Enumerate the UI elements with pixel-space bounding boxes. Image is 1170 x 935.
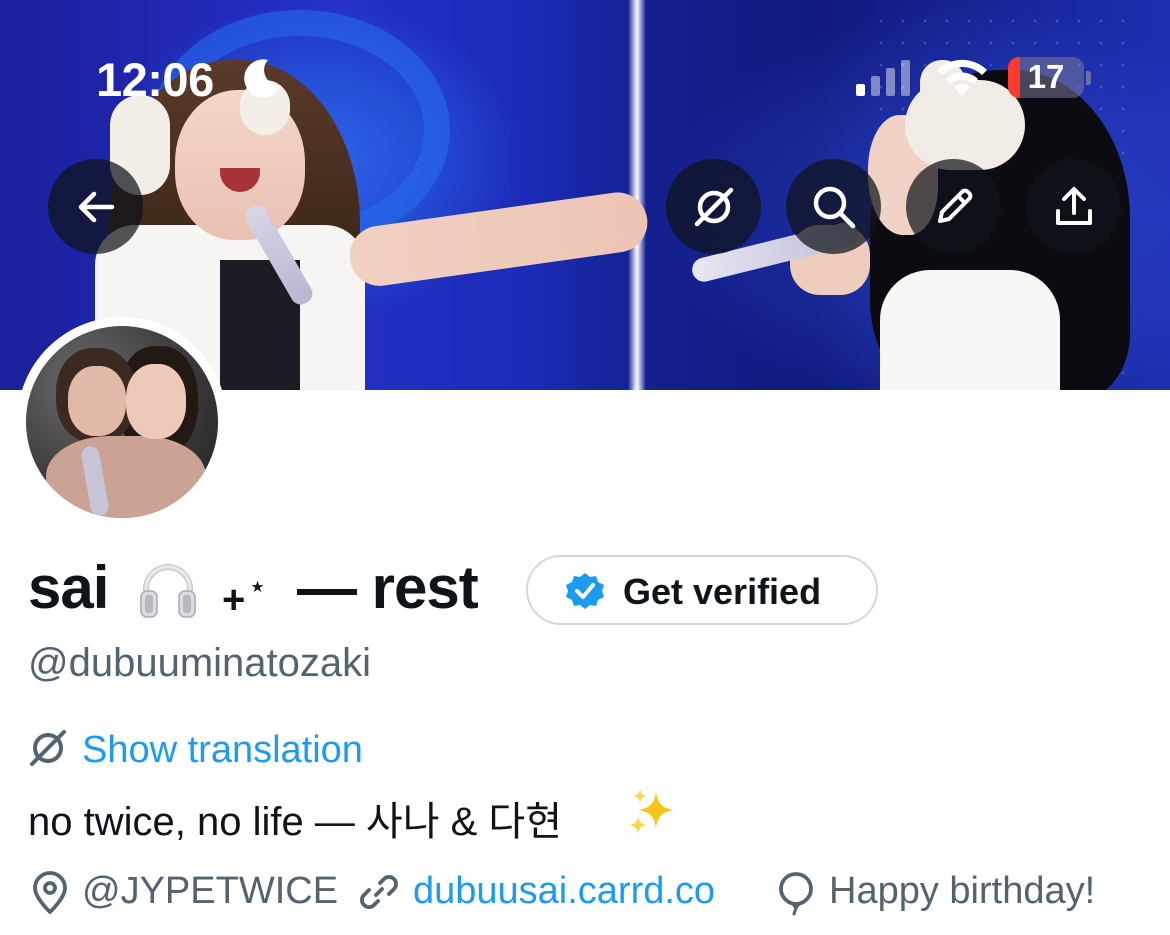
get-verified-label: Get verified [623, 571, 822, 612]
translate-icon [30, 730, 66, 766]
profile-location: @JYPETWICE [82, 870, 339, 912]
back-button[interactable] [48, 159, 143, 254]
avatar-bodies [46, 436, 206, 518]
decoration-star: ⋆ [249, 571, 266, 601]
avatar[interactable] [17, 317, 227, 527]
battery-percent: 17 [1027, 58, 1065, 95]
location-pin-icon [33, 871, 67, 914]
get-verified-button[interactable]: Get verified [526, 555, 878, 625]
link-icon [360, 875, 398, 909]
wifi-icon [937, 59, 987, 96]
profile-bio: no twice, no life — 사나 & 다현 [28, 800, 563, 844]
translate-icon [694, 187, 733, 226]
battery-icon: 17 [1008, 57, 1084, 98]
cellular-signal-icon [856, 60, 910, 96]
edit-icon [937, 188, 972, 223]
avatar-person-right-face [126, 364, 186, 439]
verified-badge-icon [566, 573, 604, 609]
arrow-left-icon [78, 191, 114, 222]
decoration-plus: + [222, 578, 246, 622]
profile-handle: @dubuuminatozaki [28, 641, 372, 685]
status-time: 12:06 [96, 53, 214, 106]
sparkles-icon [629, 789, 674, 834]
translate-profile-button[interactable] [666, 159, 761, 254]
battery-nub [1086, 71, 1091, 85]
banner-person-right-body [880, 270, 1060, 390]
edit-profile-button[interactable] [906, 159, 1001, 254]
profile-birthday: Happy birthday! [829, 870, 1096, 912]
avatar-photo [26, 326, 218, 518]
balloon-icon [779, 872, 813, 916]
search-icon [813, 186, 855, 228]
avatar-person-left-face [68, 366, 126, 436]
show-translation-link[interactable]: Show translation [82, 729, 363, 772]
name-decoration: + ⋆ [222, 571, 266, 623]
profile-website-link[interactable]: dubuusai.carrd.co [413, 870, 715, 913]
headphones-icon [140, 564, 196, 618]
display-name-suffix: — rest [297, 554, 479, 621]
search-profile-button[interactable] [786, 159, 881, 254]
moon-icon [244, 59, 281, 98]
display-name: sai [28, 554, 109, 621]
share-icon [1055, 186, 1092, 225]
share-profile-button[interactable] [1026, 159, 1121, 254]
